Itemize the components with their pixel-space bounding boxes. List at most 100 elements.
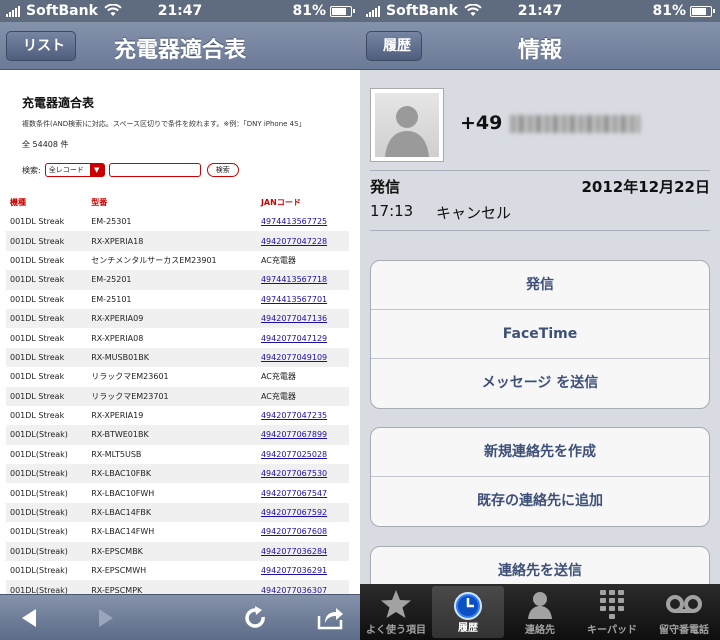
cell-jan-code[interactable]: 4942077067530 [256, 464, 349, 484]
cell-jan-code[interactable]: 4942077067547 [257, 483, 349, 502]
call-info-screen: SoftBank 21:47 81% 履歴 情報 +49 発信 2012年12月… [360, 0, 720, 640]
phone-number-prefix: +49 [460, 112, 503, 134]
table-row: 001DL(Streak) RX-LBAC10FBK 4942077067530 [6, 464, 349, 484]
call-button[interactable]: 発信 [371, 261, 709, 310]
table-row: 001DL Streak EM-25201 4974413567718 [6, 270, 349, 290]
safari-screen: SoftBank 21:47 81% リスト 充電器適合表 充電器適合表 複数条… [0, 0, 360, 640]
keypad-icon [576, 588, 648, 620]
reload-icon[interactable] [239, 602, 271, 634]
column-header-part: 型番 [91, 197, 108, 207]
cell-part-number: RX-BTWE01BK [87, 425, 257, 445]
call-time: 17:13 [370, 202, 414, 220]
cell-part-number: リラックマEM23601 [91, 372, 169, 382]
table-row: 001DL(Streak) RX-LBAC10FWH 4942077067547 [6, 483, 349, 502]
tab-favorites[interactable]: よく使う項目 [360, 584, 432, 640]
send-message-button[interactable]: メッセージ を送信 [371, 359, 709, 408]
status-bar: SoftBank 21:47 81% [0, 0, 360, 22]
create-contact-button[interactable]: 新規連絡先を作成 [371, 428, 709, 477]
back-arrow-icon[interactable] [14, 602, 46, 634]
table-row: 001DL(Streak) RX-EPSCMWH 4942077036291 [6, 561, 349, 580]
cell-model: 001DL Streak [10, 255, 65, 265]
status-bar: SoftBank 21:47 81% [360, 0, 720, 22]
nav-bar: 履歴 情報 [360, 22, 720, 70]
cell-model: 001DL(Streak) [6, 425, 88, 445]
phone-number: +49 [460, 112, 641, 134]
tab-keypad[interactable]: キーパッド [576, 584, 648, 640]
record-count: 全 54408 件 [22, 140, 69, 149]
cell-model: 001DL Streak [10, 411, 65, 421]
cell-jan-code[interactable]: 4942077067899 [256, 425, 349, 445]
safari-toolbar [0, 594, 360, 640]
tab-label: キーパッド [587, 625, 637, 636]
cell-jan-code[interactable]: 4942077067592 [256, 502, 349, 523]
action-group-communicate: 発信 FaceTime メッセージ を送信 [370, 260, 710, 409]
cell-model: 001DL Streak [6, 386, 88, 406]
call-status: キャンセル [436, 204, 512, 222]
action-group-contacts: 新規連絡先を作成 既存の連絡先に追加 [370, 427, 710, 527]
cell-model: 001DL(Streak) [6, 502, 88, 523]
avatar[interactable] [370, 88, 444, 162]
divider [370, 170, 710, 171]
forward-arrow-icon[interactable] [89, 602, 121, 634]
table-row: 001DL(Streak) RX-MLT5USB 4942077025028 [6, 445, 349, 464]
cell-jan-code[interactable]: 4942077036284 [256, 541, 349, 562]
cell-jan-code[interactable]: 4942077047129 [257, 328, 349, 347]
facetime-button[interactable]: FaceTime [371, 310, 709, 359]
cell-jan-code[interactable]: 4974413567718 [256, 270, 349, 290]
call-type: 発信 [370, 178, 401, 196]
cell-part-number: RX-MLT5USB [91, 449, 142, 459]
cell-model: 001DL(Streak) [6, 464, 88, 484]
cell-jan-code[interactable]: 4974413567725 [257, 212, 349, 231]
cell-part-number: RX-LBAC14FBK [87, 502, 257, 523]
add-to-contact-button[interactable]: 既存の連絡先に追加 [371, 477, 709, 526]
tab-label: よく使う項目 [366, 625, 426, 636]
cell-part-number: RX-XPERIA19 [91, 411, 144, 421]
tab-voicemail[interactable]: 留守番電話 [648, 584, 720, 640]
tab-contacts[interactable]: 連絡先 [504, 584, 576, 640]
cell-model: 001DL Streak [10, 294, 65, 304]
cell-jan-code[interactable]: 4942077047228 [256, 231, 349, 251]
cell-jan-code[interactable]: 4942077049109 [256, 347, 349, 368]
search-note: 複数条件(AND検索)に対応。スペース区切りで条件を絞れます。※例：「DNY i… [22, 120, 306, 128]
search-input[interactable] [108, 163, 201, 177]
cell-model: 001DL(Streak) [10, 566, 68, 576]
cell-jan-code[interactable]: 4942077036307 [256, 580, 349, 594]
cell-model: 001DL(Streak) [6, 541, 88, 562]
cell-jan-code[interactable]: 4942077047136 [256, 308, 349, 329]
table-row: 001DL(Streak) RX-EPSCMPK 4942077036307 [6, 580, 349, 594]
content-heading: 充電器適合表 [22, 96, 95, 110]
cell-jan-code[interactable]: 4942077047235 [257, 406, 349, 425]
cell-jan-code: AC充電器 [260, 255, 296, 265]
tab-recents[interactable]: 履歴 [432, 586, 504, 638]
cell-model: 001DL Streak [6, 347, 88, 368]
cell-part-number: RX-XPERIA18 [87, 231, 257, 251]
tab-label: 履歴 [458, 623, 478, 634]
cell-model: 001DL(Streak) [10, 527, 68, 537]
chevron-down-icon: ▼ [89, 164, 104, 176]
search-form: 検索: 全レコード ▼ 検索 [22, 162, 360, 178]
record-select[interactable]: 全レコード ▼ [44, 163, 105, 177]
cell-jan-code[interactable]: 4942077067608 [257, 522, 349, 541]
cell-part-number: センチメンタルサーカスEM23901 [91, 255, 217, 265]
cell-model: 001DL(Streak) [10, 449, 68, 459]
search-button[interactable]: 検索 [206, 163, 239, 177]
table-row: 001DL Streak RX-XPERIA09 4942077047136 [6, 308, 349, 329]
cell-part-number: リラックマEM23701 [87, 386, 257, 406]
cell-jan-code[interactable]: 4942077025028 [257, 445, 349, 464]
cell-jan-code[interactable]: 4974413567701 [257, 290, 349, 309]
table-row: 001DL Streak センチメンタルサーカスEM23901 AC充電器 [6, 251, 349, 270]
table-row: 001DL(Streak) RX-BTWE01BK 4942077067899 [6, 425, 349, 445]
battery-icon [690, 6, 715, 17]
call-date: 2012年12月22日 [581, 178, 711, 196]
share-icon[interactable] [314, 602, 346, 634]
cell-part-number: RX-EPSCMPK [87, 580, 257, 594]
web-content[interactable]: 充電器適合表 複数条件(AND検索)に対応。スペース区切りで条件を絞れます。※例… [0, 70, 360, 594]
contact-header: +49 [360, 70, 720, 170]
cell-model: 001DL Streak [6, 270, 88, 290]
cell-part-number: RX-LBAC10FWH [91, 488, 155, 498]
cell-jan-code[interactable]: 4942077036291 [257, 561, 349, 580]
cell-part-number: RX-LBAC14FWH [91, 527, 155, 537]
star-icon [360, 588, 432, 620]
table-row: 001DL(Streak) RX-LBAC14FBK 4942077067592 [6, 502, 349, 523]
cell-part-number: RX-XPERIA08 [91, 333, 144, 343]
